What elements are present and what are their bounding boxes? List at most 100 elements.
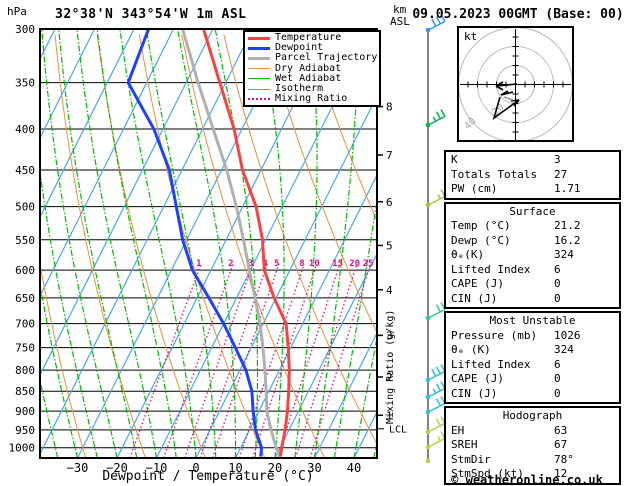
table-row-label: K xyxy=(451,153,458,166)
legend-line-swatch xyxy=(248,78,270,80)
wind-barb xyxy=(425,302,446,321)
legend-item: Mixing Ratio xyxy=(245,94,379,104)
table-row-label: Lifted Index xyxy=(451,262,531,276)
svg-text:6: 6 xyxy=(386,196,393,209)
table-row-label: θₑ(K) xyxy=(451,248,485,261)
legend-line-swatch xyxy=(248,56,270,60)
x-axis-label: Dewpoint / Temperature (°C) xyxy=(102,469,314,484)
wind-barb-staff xyxy=(425,14,446,464)
svg-text:400: 400 xyxy=(15,123,35,136)
svg-text:2: 2 xyxy=(228,259,233,269)
svg-text:650: 650 xyxy=(15,292,35,305)
svg-text:1: 1 xyxy=(196,259,201,269)
copyright-label: © weatheronline.co.uk xyxy=(451,473,603,486)
sounding-page: 300 350 400 450 500 550 600 650 700 750 800 850 900 9… xyxy=(0,0,629,486)
table-row: CIN (J) 0 xyxy=(446,387,619,402)
table-row-label: CAPE (J) xyxy=(451,277,504,290)
table-row-label: Totals Totals xyxy=(451,167,538,181)
hodograph-unit: kt xyxy=(464,30,477,43)
table-row-value: 324 xyxy=(554,248,574,261)
table-row-value: 0 xyxy=(554,372,561,385)
table-row-value: 63 xyxy=(554,423,568,437)
indices-table: K 3 Totals Totals 27 PW (cm) 1.71 Surface Temp … xyxy=(444,150,621,486)
legend-line-swatch xyxy=(248,88,270,90)
table-row-value: 21.2 xyxy=(554,219,581,232)
table-row-label: EH xyxy=(451,423,465,437)
table-row-value: 67 xyxy=(554,438,568,451)
table-row: Lifted Index 6 xyxy=(446,358,619,373)
svg-text:850: 850 xyxy=(15,385,35,398)
table-row: Lifted Index 6 xyxy=(446,263,619,278)
legend-label: Mixing Ratio xyxy=(275,93,348,105)
table-row-label: θₑ (K) xyxy=(451,343,491,356)
svg-text:600: 600 xyxy=(15,264,35,277)
table-row-label: CIN (J) xyxy=(451,386,498,400)
table-section: K 3 Totals Totals 27 PW (cm) 1.71 xyxy=(444,150,621,200)
table-row-value: 6 xyxy=(554,262,561,276)
svg-text:20: 20 xyxy=(349,259,360,269)
svg-text:15: 15 xyxy=(332,259,343,269)
table-row-value: 0 xyxy=(554,386,561,400)
svg-text:800: 800 xyxy=(15,364,35,377)
svg-text:40: 40 xyxy=(462,116,478,132)
legend-line-swatch xyxy=(248,68,270,70)
datetime-label: 09.05.2023 00GMT (Base: 00) xyxy=(412,7,624,22)
table-row: Pressure (mb) 1026 xyxy=(446,329,619,344)
lcl-label: LCL xyxy=(389,424,407,435)
table-row: PW (cm) 1.71 xyxy=(446,182,619,197)
table-row: CAPE (J) 0 xyxy=(446,372,619,387)
svg-text:8: 8 xyxy=(299,259,304,269)
table-row: Temp (°C) 21.2 xyxy=(446,219,619,234)
table-row-label: PW (cm) xyxy=(451,182,498,195)
table-row-label: Lifted Index xyxy=(451,357,531,371)
svg-text:900: 900 xyxy=(15,405,35,418)
table-row-value: 16.2 xyxy=(554,233,581,247)
table-row: EH 63 xyxy=(446,424,619,439)
svg-text:950: 950 xyxy=(15,424,35,437)
table-row-label: SREH xyxy=(451,438,478,451)
svg-text:7: 7 xyxy=(386,149,393,162)
svg-text:300: 300 xyxy=(15,23,35,36)
legend-box: Temperature Dewpoint Parcel Trajectory Dry … xyxy=(243,30,381,108)
legend-label: Parcel Trajectory xyxy=(275,52,378,64)
table-row-value: 27 xyxy=(554,167,568,181)
wind-barb xyxy=(425,364,446,383)
wind-barb xyxy=(425,189,446,208)
table-row-label: Dewp (°C) xyxy=(451,233,511,247)
table-row-value: 0 xyxy=(554,291,561,305)
table-row: θₑ(K) 324 xyxy=(446,248,619,263)
legend-line-swatch xyxy=(248,46,270,50)
svg-text:500: 500 xyxy=(15,201,35,214)
table-section-title: Surface xyxy=(509,204,556,218)
table-row: Dewp (°C) 16.2 xyxy=(446,234,619,249)
legend-line-swatch xyxy=(248,36,270,40)
svg-text:25: 25 xyxy=(363,259,374,269)
table-section-title: Most Unstable xyxy=(489,314,576,327)
hodograph: 2040kt xyxy=(457,26,574,142)
svg-text:450: 450 xyxy=(15,164,35,177)
wind-barb xyxy=(425,381,446,400)
svg-text:750: 750 xyxy=(15,342,35,355)
svg-text:550: 550 xyxy=(15,234,35,247)
table-row-label: Temp (°C) xyxy=(451,219,511,232)
table-row: CIN (J) 0 xyxy=(446,292,619,307)
table-row-value: 78° xyxy=(554,452,574,466)
svg-text:5: 5 xyxy=(274,259,279,269)
pressure-unit-label: hPa xyxy=(7,5,27,18)
svg-text:350: 350 xyxy=(15,77,35,90)
table-row-value: 1026 xyxy=(554,328,581,342)
table-section-title: Hodograph xyxy=(502,409,563,422)
table-row-value: 3 xyxy=(554,153,561,166)
mixing-ratio-axis-label: Mixing Ratio (g/kg) xyxy=(385,309,396,424)
table-row-label: CIN (J) xyxy=(451,291,498,305)
svg-text:8: 8 xyxy=(386,101,393,114)
station-title: 32°38'N 343°54'W 1m ASL xyxy=(55,7,247,22)
wind-barb xyxy=(425,458,431,464)
table-row-label: CAPE (J) xyxy=(451,372,504,385)
table-row: CAPE (J) 0 xyxy=(446,277,619,292)
table-row-value: 6 xyxy=(554,357,561,371)
table-row: Totals Totals 27 xyxy=(446,168,619,183)
table-section: Surface Temp (°C) 21.2 Dewp (°C) 16.2 θₑ(K) 32… xyxy=(444,201,621,309)
wind-barb xyxy=(425,416,446,435)
table-section: Most Unstable Pressure (mb) 1026 θₑ (K) 324 L… xyxy=(444,311,621,404)
